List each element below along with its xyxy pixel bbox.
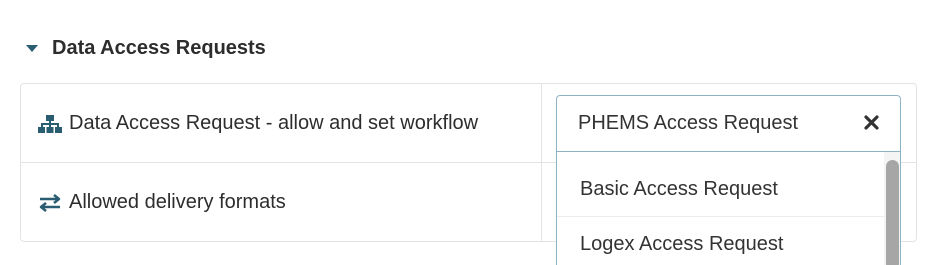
column-divider (541, 163, 542, 242)
setting-label-text: Data Access Request - allow and set work… (69, 112, 479, 134)
dropdown-scrollbar-thumb[interactable] (886, 160, 899, 265)
workflow-select[interactable]: PHEMS Access Request (556, 95, 901, 152)
close-icon[interactable] (863, 114, 880, 131)
section-toggle[interactable]: Data Access Requests (26, 34, 266, 62)
dropdown-scrollbar-track[interactable] (884, 152, 900, 265)
exchange-arrows-icon (39, 193, 61, 212)
workflow-select-value: PHEMS Access Request (578, 112, 799, 134)
caret-down-icon[interactable] (26, 44, 38, 52)
dropdown-option[interactable]: Basic Access Request (557, 162, 887, 217)
sitemap-icon (38, 114, 62, 133)
setting-label-delivery-formats: Allowed delivery formats (37, 163, 286, 242)
section-title: Data Access Requests (52, 36, 266, 59)
setting-label-workflow: Data Access Request - allow and set work… (37, 84, 478, 163)
column-divider (541, 84, 542, 162)
dropdown-option[interactable]: Logex Access Request (557, 217, 887, 265)
workflow-dropdown: Basic Access Request Logex Access Reques… (556, 152, 901, 265)
setting-label-text: Allowed delivery formats (69, 191, 286, 213)
